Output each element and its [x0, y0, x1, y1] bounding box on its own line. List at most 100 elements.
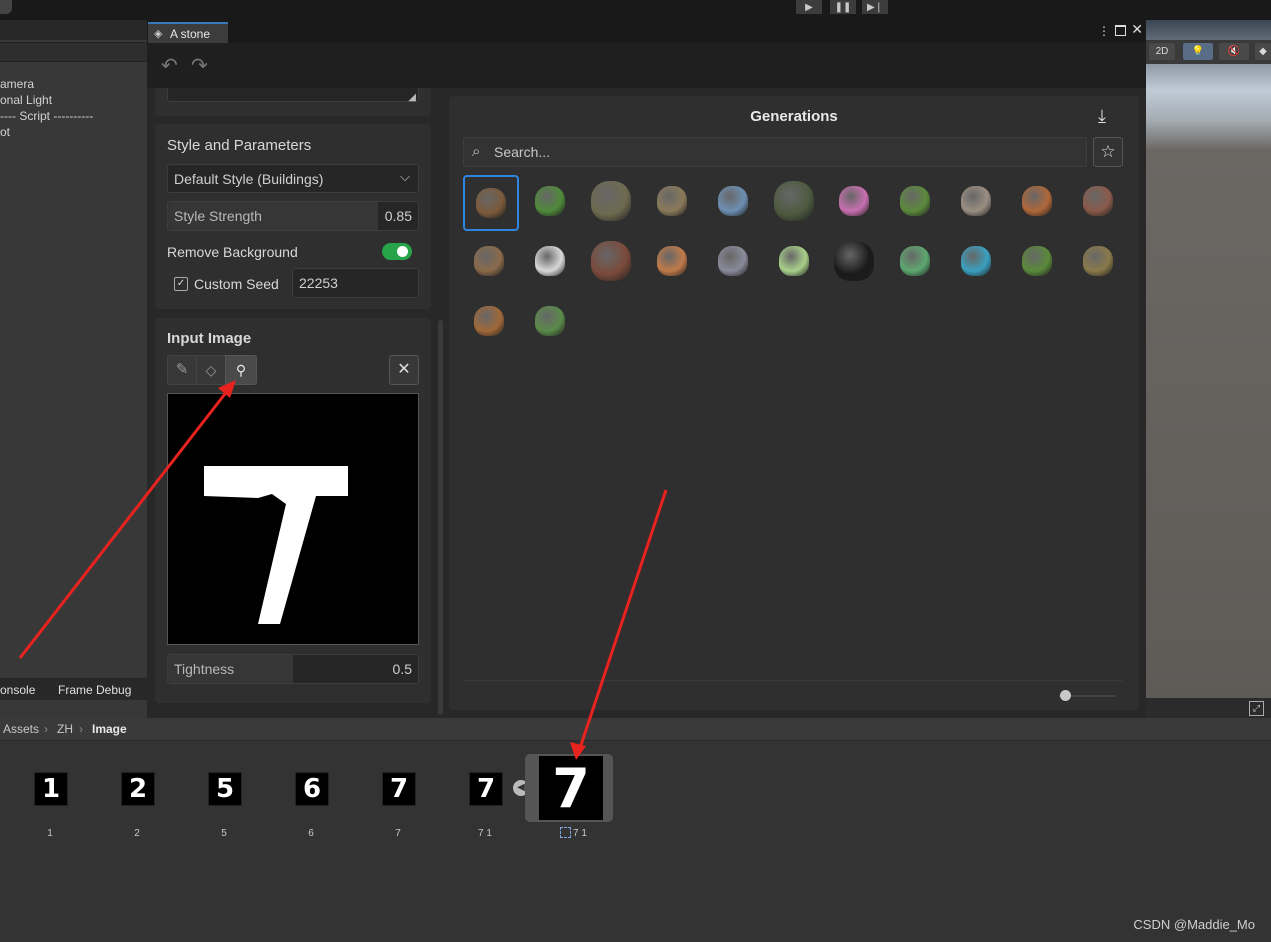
- pause-icon[interactable]: ❚❚: [830, 0, 856, 14]
- redo-icon[interactable]: ↷: [191, 53, 208, 78]
- tab-frame-debug[interactable]: Frame Debug: [58, 683, 131, 697]
- asset-thumbnail[interactable]: 7: [469, 772, 503, 806]
- input-image-canvas[interactable]: [167, 393, 419, 645]
- tab-title: A stone: [170, 27, 211, 41]
- scene-view[interactable]: [1146, 20, 1271, 700]
- generation-thumbnail[interactable]: [889, 235, 941, 287]
- blue-stone-icon: [717, 186, 748, 216]
- resize-handle-icon[interactable]: ◢: [408, 92, 416, 103]
- audio-mute-icon[interactable]: 🔇: [1219, 43, 1249, 60]
- generations-title: Generations: [750, 108, 838, 125]
- maximize-window-icon[interactable]: [1115, 25, 1126, 36]
- thumbnail-size-handle[interactable]: [1060, 690, 1071, 701]
- asset-thumbnail[interactable]: 2: [121, 772, 155, 806]
- ogre-icon: [717, 246, 748, 276]
- breadcrumb-separator-icon: ›: [79, 722, 83, 736]
- pink-crystal-icon: [839, 186, 870, 216]
- generation-thumbnail[interactable]: [1072, 175, 1124, 227]
- style-parameters-card: Style and Parameters Default Style (Buil…: [155, 124, 431, 309]
- generation-thumbnail[interactable]: [950, 235, 1002, 287]
- tightness-slider[interactable]: Tightness 0.5: [167, 654, 419, 684]
- generation-thumbnail[interactable]: [828, 175, 880, 227]
- breadcrumb: [0, 718, 1271, 741]
- generation-thumbnail[interactable]: [707, 175, 759, 227]
- brush-icon[interactable]: ✎: [167, 355, 197, 385]
- step-icon[interactable]: ▶❘: [862, 0, 888, 14]
- generation-thumbnail[interactable]: [524, 175, 576, 227]
- egg-small-icon: [778, 246, 809, 276]
- breadcrumb-assets[interactable]: Assets: [3, 722, 39, 736]
- generation-thumbnail[interactable]: [950, 175, 1002, 227]
- eyedropper-icon[interactable]: ⚲: [225, 355, 257, 385]
- generation-thumbnail[interactable]: [707, 235, 759, 287]
- tower-icon: [1083, 246, 1113, 276]
- main-toolbar: ▶ ❚❚ ▶❘: [0, 0, 1271, 20]
- undo-icon[interactable]: ↶: [161, 53, 178, 78]
- divider: [463, 680, 1123, 681]
- tab-a-stone[interactable]: ◈ A stone: [148, 22, 228, 45]
- maximize-icon[interactable]: ⤢: [1249, 701, 1264, 716]
- style-strength-value: 0.85: [384, 208, 412, 224]
- generation-thumbnail[interactable]: [585, 235, 637, 287]
- 2d-toggle-button[interactable]: 2D: [1149, 43, 1175, 60]
- generation-thumbnail[interactable]: [646, 175, 698, 227]
- generation-thumbnail[interactable]: [1072, 235, 1124, 287]
- download-icon[interactable]: ⤓: [1098, 106, 1106, 127]
- sprite-icon: [560, 827, 571, 838]
- watermark: CSDN @Maddie_Mo: [1133, 917, 1255, 932]
- prompt-card: ◢: [155, 88, 431, 116]
- tree-blue-icon: [900, 246, 931, 276]
- generation-thumbnail[interactable]: [1011, 175, 1063, 227]
- style-select[interactable]: Default Style (Buildings) ⌵: [167, 164, 419, 193]
- asset-thumbnail[interactable]: 7: [382, 772, 416, 806]
- generation-thumbnail[interactable]: [463, 295, 515, 347]
- play-icon[interactable]: ▶: [796, 0, 822, 14]
- asset-thumbnail[interactable]: 5: [208, 772, 242, 806]
- treehouse-icon: [1022, 246, 1053, 276]
- more-options-icon[interactable]: ⋮: [1098, 24, 1110, 38]
- small-tree-icon: [900, 186, 931, 216]
- asset-thumbnail[interactable]: 1: [34, 772, 68, 806]
- prompt-textarea[interactable]: ◢: [167, 88, 419, 103]
- generation-thumbnail[interactable]: [463, 175, 519, 231]
- tab-console[interactable]: onsole: [0, 683, 35, 697]
- generation-thumbnail[interactable]: [524, 235, 576, 287]
- layers-icon[interactable]: ◆: [1255, 43, 1271, 60]
- hierarchy-panel: amera onal Light ---- Script ---------- …: [0, 20, 147, 720]
- remove-background-toggle[interactable]: [382, 243, 412, 260]
- generation-thumbnail[interactable]: [1011, 235, 1063, 287]
- custom-seed-input[interactable]: 22253: [292, 268, 419, 298]
- favorites-star-icon[interactable]: ☆: [1093, 137, 1123, 167]
- hierarchy-item[interactable]: onal Light: [0, 93, 52, 107]
- generation-thumbnail[interactable]: [646, 235, 698, 287]
- generation-thumbnail[interactable]: [768, 235, 820, 287]
- style-strength-slider[interactable]: Style Strength 0.85: [167, 201, 419, 231]
- breadcrumb-image[interactable]: Image: [92, 722, 127, 736]
- breadcrumb-zh[interactable]: ZH: [57, 722, 73, 736]
- generation-thumbnail[interactable]: [828, 235, 880, 287]
- generation-thumbnail[interactable]: [585, 175, 637, 227]
- eraser-icon[interactable]: ◇: [196, 355, 226, 385]
- generation-thumbnail[interactable]: [524, 295, 576, 347]
- generations-grid: [463, 175, 1133, 355]
- search-input[interactable]: ⌕ Search...: [463, 137, 1087, 167]
- digit-seven-drawing: [204, 466, 348, 624]
- generation-thumbnail[interactable]: [768, 175, 820, 227]
- close-window-icon[interactable]: ✕: [1131, 21, 1143, 38]
- asset-label: 2: [134, 828, 140, 839]
- clear-image-icon[interactable]: ✕: [389, 355, 419, 385]
- hierarchy-item[interactable]: ot: [0, 125, 10, 139]
- generation-thumbnail[interactable]: [889, 175, 941, 227]
- left-column-scrollbar[interactable]: [438, 320, 443, 715]
- hierarchy-item[interactable]: ---- Script ----------: [0, 109, 93, 123]
- light-icon[interactable]: 💡: [1183, 43, 1213, 60]
- console-tabbar: onsole Frame Debug: [0, 678, 147, 700]
- asset-thumbnail[interactable]: 6: [295, 772, 329, 806]
- search-placeholder: Search...: [494, 144, 551, 160]
- selected-asset-card[interactable]: 7: [525, 754, 613, 822]
- remove-background-label: Remove Background: [167, 244, 298, 260]
- custom-seed-checkbox[interactable]: ✓: [174, 277, 188, 291]
- generation-thumbnail[interactable]: [463, 235, 515, 287]
- hierarchy-item[interactable]: amera: [0, 77, 34, 91]
- settings-icon[interactable]: [0, 0, 12, 14]
